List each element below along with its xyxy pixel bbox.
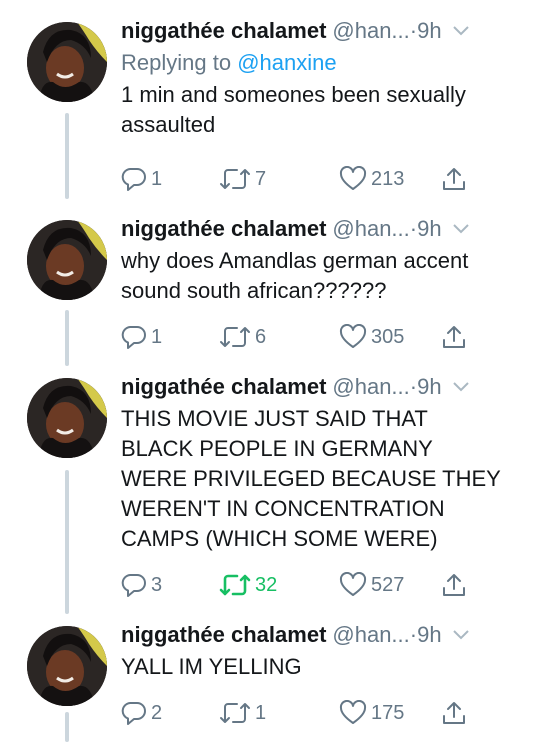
tweet-text: THIS MOVIE JUST SAID THAT BLACK PEOPLE I… [121, 406, 501, 551]
like-count: 527 [371, 573, 405, 596]
chevron-down-icon[interactable] [452, 22, 470, 40]
avatar[interactable] [27, 626, 107, 706]
time-separator: · [409, 216, 418, 241]
thread-connector [65, 470, 69, 614]
retweet-button[interactable]: 32 [219, 570, 277, 600]
author-handle[interactable]: @han... [332, 16, 409, 46]
reply-count: 3 [151, 573, 163, 596]
heart-icon [339, 324, 367, 350]
reply-count: 1 [151, 325, 163, 348]
share-button[interactable] [441, 322, 467, 352]
reply-icon [121, 324, 147, 350]
author-name[interactable]: niggathée chalamet [121, 214, 326, 244]
tweet-text: 1 min and someones been sexually assault… [121, 82, 466, 137]
tweet-actions: 3 32 527 [121, 570, 521, 600]
like-count: 213 [371, 167, 405, 190]
tweet-header: niggathée chalamet @han... · 9h [121, 214, 520, 244]
like-count: 175 [371, 701, 405, 724]
time-separator: · [409, 18, 418, 43]
reply-count: 1 [151, 167, 163, 190]
like-count: 305 [371, 325, 405, 348]
chevron-down-icon[interactable] [452, 220, 470, 238]
heart-icon [339, 700, 367, 726]
replying-to-label: Replying to [121, 50, 238, 75]
thread-connector [65, 310, 69, 366]
reply-button[interactable]: 1 [121, 322, 162, 352]
reply-count: 2 [151, 701, 163, 724]
thread-connector [65, 113, 69, 199]
time-separator: · [409, 374, 418, 399]
author-name[interactable]: niggathée chalamet [121, 16, 326, 46]
like-button[interactable]: 213 [339, 164, 404, 194]
author-handle[interactable]: @han... [332, 214, 409, 244]
avatar[interactable] [27, 220, 107, 300]
replying-to: Replying to @hanxine [121, 48, 520, 78]
like-button[interactable]: 305 [339, 322, 404, 352]
timestamp[interactable]: 9h [417, 16, 441, 46]
share-button[interactable] [441, 164, 467, 194]
share-icon [441, 700, 467, 726]
author-name[interactable]: niggathée chalamet [121, 372, 326, 402]
reply-icon [121, 700, 147, 726]
reply-icon [121, 572, 147, 598]
retweet-count: 7 [255, 167, 267, 190]
author-handle[interactable]: @han... [332, 372, 409, 402]
retweet-count: 1 [255, 701, 267, 724]
thread-connector [65, 712, 69, 742]
time-separator: · [409, 622, 418, 647]
reply-button[interactable]: 3 [121, 570, 162, 600]
reply-button[interactable]: 2 [121, 698, 162, 728]
tweet-header: niggathée chalamet @han... · 9h [121, 372, 520, 402]
timestamp[interactable]: 9h [417, 214, 441, 244]
tweet-header: niggathée chalamet @han... · 9h [121, 16, 520, 46]
tweet-actions: 1 7 213 [121, 164, 521, 194]
retweet-button[interactable]: 1 [219, 698, 266, 728]
author-name[interactable]: niggathée chalamet [121, 620, 326, 650]
avatar[interactable] [27, 378, 107, 458]
retweet-count: 6 [255, 325, 267, 348]
timestamp[interactable]: 9h [417, 620, 441, 650]
reply-icon [121, 166, 147, 192]
timestamp[interactable]: 9h [417, 372, 441, 402]
retweet-icon [219, 700, 251, 726]
heart-icon [339, 572, 367, 598]
retweet-button[interactable]: 7 [219, 164, 266, 194]
chevron-down-icon[interactable] [452, 626, 470, 644]
tweet-text: why does Amandlas german accent sound so… [121, 248, 469, 303]
share-icon [441, 572, 467, 598]
tweet-actions: 2 1 175 [121, 698, 521, 728]
reply-button[interactable]: 1 [121, 164, 162, 194]
heart-icon [339, 166, 367, 192]
share-button[interactable] [441, 698, 467, 728]
retweet-count: 32 [255, 573, 278, 596]
tweet-actions: 1 6 305 [121, 322, 521, 352]
author-handle[interactable]: @han... [332, 620, 409, 650]
chevron-down-icon[interactable] [452, 378, 470, 396]
retweet-icon [219, 324, 251, 350]
retweet-icon [219, 166, 251, 192]
tweet-header: niggathée chalamet @han... · 9h [121, 620, 520, 650]
tweet-text: YALL IM YELLING [121, 654, 302, 679]
like-button[interactable]: 527 [339, 570, 404, 600]
retweet-icon [219, 572, 251, 598]
like-button[interactable]: 175 [339, 698, 404, 728]
retweet-button[interactable]: 6 [219, 322, 266, 352]
share-button[interactable] [441, 570, 467, 600]
avatar[interactable] [27, 22, 107, 102]
share-icon [441, 166, 467, 192]
share-icon [441, 324, 467, 350]
replying-to-mention[interactable]: @hanxine [237, 50, 336, 75]
